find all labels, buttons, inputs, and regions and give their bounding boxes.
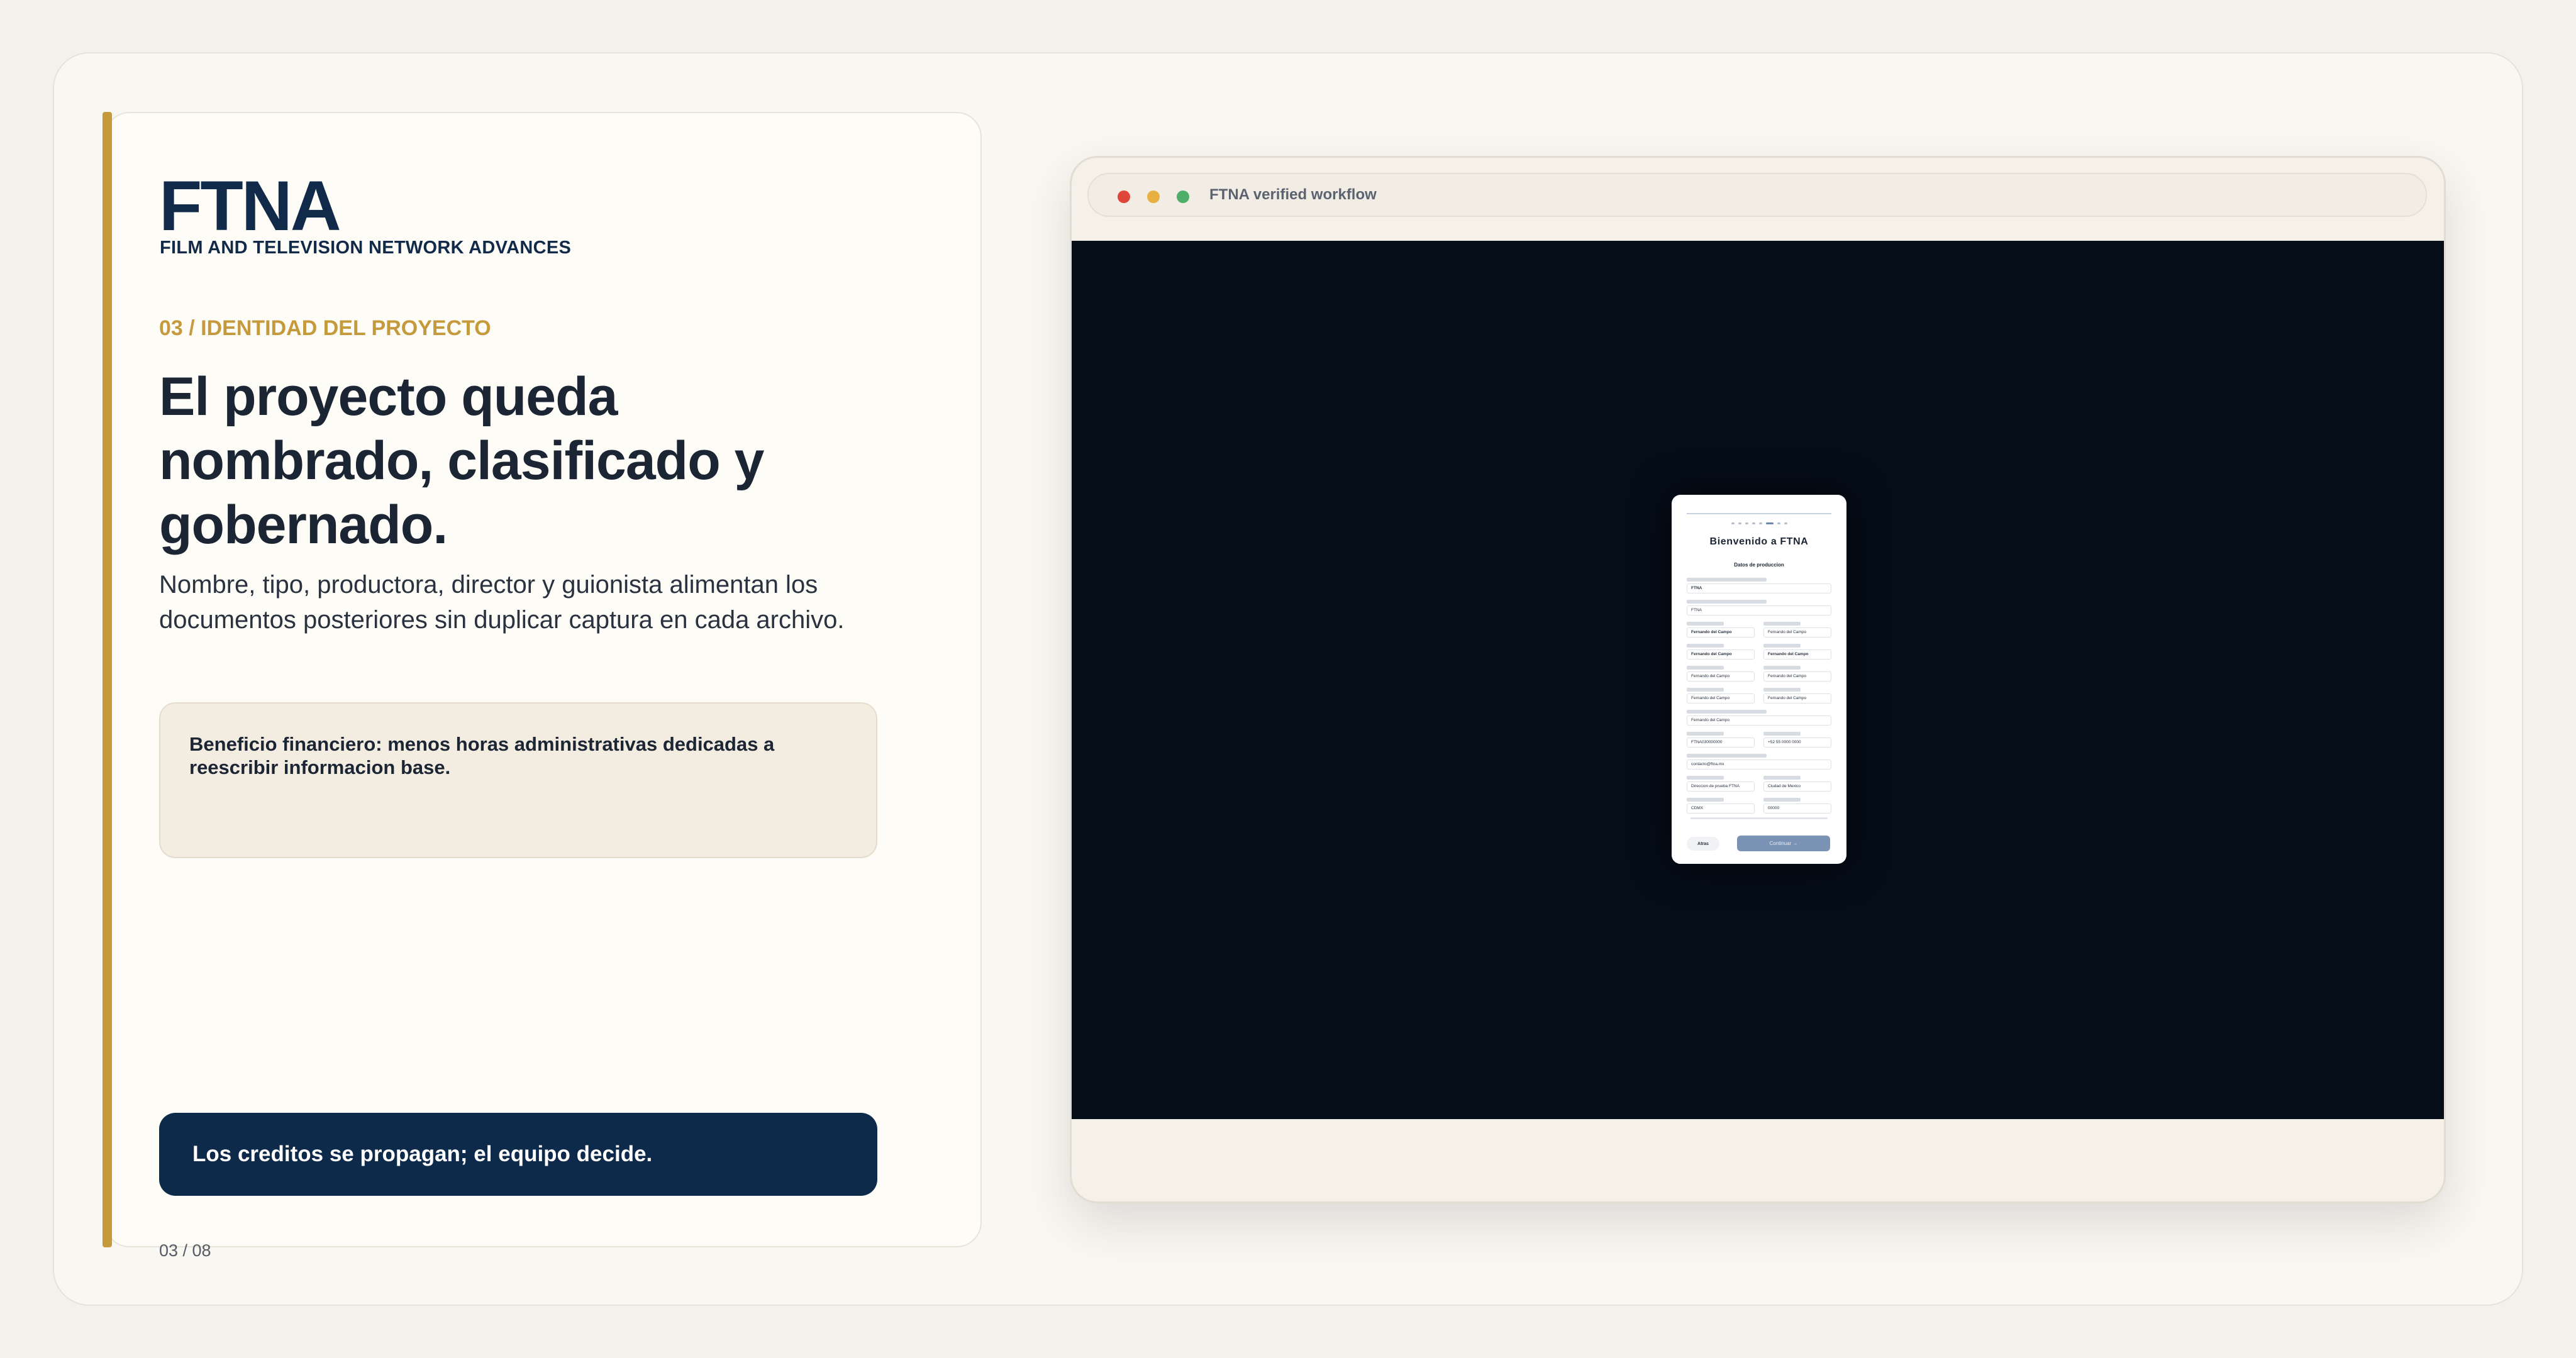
form-field: Fernando del Campo (1687, 710, 1831, 726)
maximize-dot-icon[interactable] (1177, 190, 1189, 203)
form-title: Bienvenido a FTNA (1709, 536, 1809, 547)
field-label (1687, 688, 1724, 692)
field-label (1687, 776, 1724, 780)
field-input[interactable]: Fernando del Campo (1687, 649, 1755, 660)
form-note (1690, 817, 1828, 819)
form-field: FTNA (1687, 578, 1831, 593)
form-field: Fernando del Campo (1763, 666, 1831, 682)
browser-title: FTNA verified workflow (1209, 186, 1377, 203)
form-field: 00000 (1763, 798, 1831, 814)
field-label (1763, 732, 1801, 736)
field-input[interactable]: Fernando del Campo (1763, 693, 1831, 704)
field-label (1687, 578, 1767, 582)
form-field: Fernando del Campo (1687, 644, 1755, 660)
form-field: FTNA (1687, 600, 1831, 616)
browser-viewport: Bienvenido a FTNA Datos de produccion FT… (1072, 241, 2444, 1119)
field-input[interactable]: +52 55 0000 0000 (1763, 737, 1831, 748)
credits-button[interactable]: Los creditos se propagan; el equipo deci… (159, 1113, 877, 1196)
field-input[interactable]: Fernando del Campo (1763, 649, 1831, 660)
lead-paragraph: Nombre, tipo, productora, director y gui… (159, 571, 845, 634)
form-field: Ciudad de Mexico (1763, 776, 1831, 792)
form-field: Fernando del Campo (1687, 666, 1755, 682)
field-label (1763, 622, 1801, 626)
field-input[interactable]: 00000 (1763, 803, 1831, 814)
continue-button[interactable]: Continuar → (1737, 836, 1830, 851)
field-input[interactable]: FTNA (1687, 583, 1831, 593)
field-label (1687, 754, 1767, 758)
field-input[interactable]: FTNA (1687, 605, 1831, 616)
progress-line (1687, 513, 1831, 514)
step-indicator (1672, 522, 1846, 524)
section-label: 03 / IDENTIDAD DEL PROYECTO (159, 316, 491, 340)
form-field: Fernando del Campo (1763, 622, 1831, 638)
field-label (1763, 688, 1801, 692)
form-field: Fernando del Campo (1763, 688, 1831, 704)
content-card (104, 112, 982, 1247)
benefit-callout: Beneficio financiero: menos horas admini… (159, 702, 877, 858)
form-field: Fernando del Campo (1687, 622, 1755, 638)
field-input[interactable]: Fernando del Campo (1687, 671, 1755, 682)
field-label (1763, 644, 1801, 648)
field-input[interactable]: FTNA030000000 (1687, 737, 1755, 748)
field-input[interactable]: Fernando del Campo (1687, 627, 1755, 638)
field-label (1687, 622, 1724, 626)
form-field: Fernando del Campo (1687, 688, 1755, 704)
minimize-dot-icon[interactable] (1147, 190, 1160, 203)
browser-window: FTNA verified workflow Bienvenido a FTNA… (1070, 156, 2446, 1203)
form-field: Fernando del Campo (1763, 644, 1831, 660)
field-input[interactable]: CDMX (1687, 803, 1755, 814)
benefit-text: Beneficio financiero: menos horas admini… (189, 733, 775, 778)
close-dot-icon[interactable] (1118, 190, 1130, 203)
brand-subtitle: FILM AND TELEVISION NETWORK ADVANCES (160, 238, 572, 258)
field-label (1763, 798, 1801, 802)
page-number: 03 / 08 (159, 1241, 211, 1260)
field-label (1687, 666, 1724, 670)
field-label (1763, 776, 1801, 780)
field-input[interactable]: contacto@ftna.mx (1687, 759, 1831, 770)
field-label (1687, 798, 1724, 802)
phone-form-preview: Bienvenido a FTNA Datos de produccion FT… (1672, 495, 1846, 864)
headline: El proyecto queda nombrado, clasificado … (159, 367, 764, 555)
form-field: FTNA030000000 (1687, 732, 1755, 748)
form-field: CDMX (1687, 798, 1755, 814)
field-label (1687, 732, 1724, 736)
field-input[interactable]: Fernando del Campo (1763, 671, 1831, 682)
form-subtitle: Datos de produccion (1734, 562, 1784, 568)
form-field: Direccion de prueba FTNA (1687, 776, 1755, 792)
field-label (1687, 600, 1767, 604)
field-label (1687, 710, 1767, 714)
form-field: +52 55 0000 0000 (1763, 732, 1831, 748)
accent-bar (103, 112, 112, 1247)
field-input[interactable]: Ciudad de Mexico (1763, 781, 1831, 792)
field-input[interactable]: Direccion de prueba FTNA (1687, 781, 1755, 792)
field-label (1687, 644, 1724, 648)
back-button[interactable]: Atras (1687, 837, 1719, 851)
form-field: contacto@ftna.mx (1687, 754, 1831, 770)
browser-toolbar: FTNA verified workflow (1087, 173, 2427, 217)
field-input[interactable]: Fernando del Campo (1763, 627, 1831, 638)
field-input[interactable]: Fernando del Campo (1687, 693, 1755, 704)
brand-logo: FTNA (159, 167, 341, 245)
field-input[interactable]: Fernando del Campo (1687, 715, 1831, 726)
field-label (1763, 666, 1801, 670)
